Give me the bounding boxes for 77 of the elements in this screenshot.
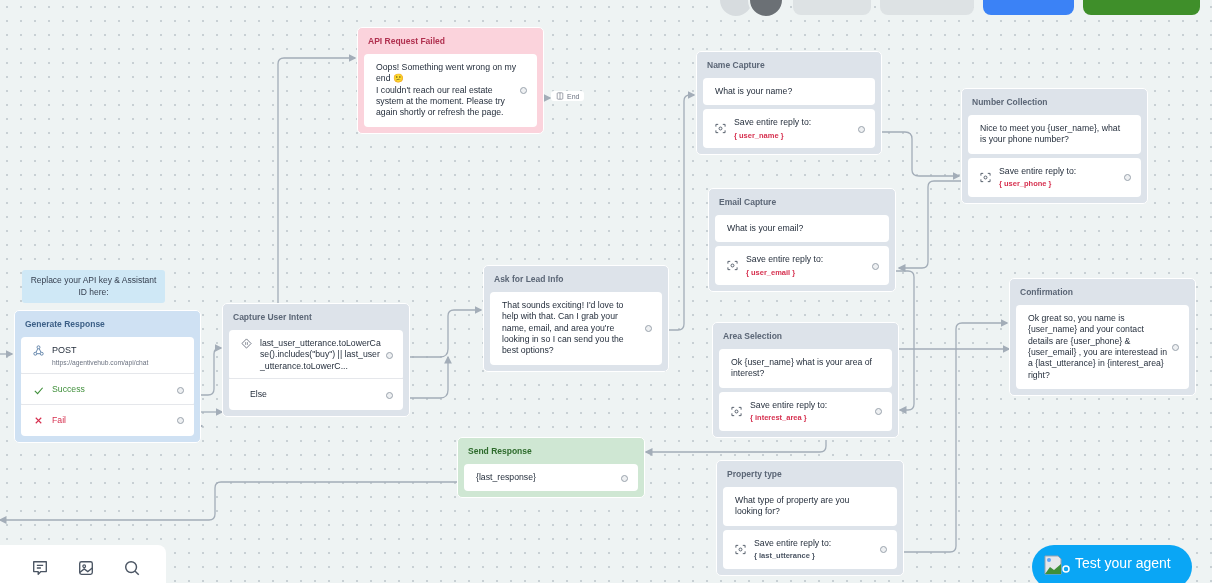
message-text: Nice to meet you {user_name}, what is your phone number?: [980, 123, 1122, 145]
node-title: Send Response: [467, 445, 533, 458]
path-row[interactable]: Success: [21, 373, 194, 406]
message-text: Oops! Something went wrong on my end 😕 I couldn't reach our real estate system at the moment. Please try again shortly or refresh the page.: [376, 62, 518, 118]
output-port[interactable]: [1172, 343, 1179, 351]
flow-node[interactable]: Ask for Lead Info That sounds exciting! I'd love to help with that. Can I grab your name, email, and area you're looking in so I can send you the best options?: [483, 265, 669, 372]
image-icon[interactable]: [77, 559, 95, 577]
flow-node[interactable]: Confirmation Ok great so, you name is {user_name} and your contact details are {user_phone} & {user_email} , you are interestead in a {last_utterance} in {interest_area} right?: [1009, 278, 1196, 396]
condition-card[interactable]: last_user_utterance.toLowerCase().includes("buy") || last_user_utterance.toLowerC...: [229, 330, 403, 380]
node-title: Ask for Lead Info: [493, 273, 565, 286]
capture-icon: [715, 123, 726, 135]
node-title: Property type: [726, 468, 783, 481]
capture-label: Save entire reply to:: [999, 165, 1077, 177]
condition-text: last_user_utterance.toLowerCase().includes("buy") || last_user_utterance.toLowerC...: [260, 338, 382, 372]
capture-icon: [727, 260, 738, 272]
flow-node[interactable]: API Request Failed Oops! Something went wrong on my end 😕 I couldn't reach our real estate system at the moment. Please try again shortly or refresh the page.: [357, 27, 544, 134]
output-port[interactable]: [872, 262, 879, 270]
note-text: Replace your API key & Assistant ID here:: [22, 270, 165, 303]
message-card[interactable]: What type of property are you looking for?: [723, 487, 897, 526]
message-card[interactable]: That sounds exciting! I'd love to help with that. Can I grab your name, email, and area you're looking in so I can send you the best options?: [490, 292, 662, 365]
http-method: POST: [52, 345, 78, 357]
comment-icon[interactable]: [31, 559, 49, 577]
node-title: Capture User Intent: [232, 311, 313, 324]
output-port[interactable]: [880, 546, 887, 554]
output-port[interactable]: [645, 325, 652, 333]
output-port[interactable]: [386, 351, 393, 359]
node-title: Number Collection: [971, 96, 1049, 109]
output-port[interactable]: [520, 87, 527, 95]
network-icon: [33, 345, 44, 356]
message-card[interactable]: What is your email?: [715, 215, 889, 243]
output-port[interactable]: [177, 387, 184, 395]
flow-node[interactable]: Capture User Intent last_user_utterance.toLowerCase().includes("buy") || last_user_utterance.toLowerC... Else: [222, 303, 410, 418]
path-label: Success: [52, 384, 85, 396]
capture-icon: [731, 405, 742, 417]
message-card[interactable]: Oops! Something went wrong on my end 😕 I couldn't reach our real estate system at the moment. Please try again shortly or refresh the page.: [364, 54, 537, 127]
message-text: What is your email?: [727, 223, 804, 233]
message-card[interactable]: Ok great so, you name is {user_name} and your contact details are {user_phone} & {user_email} , you are interestead in a {last_utterance} in {interest_area} right?: [1016, 305, 1189, 389]
else-row[interactable]: Else: [229, 377, 403, 411]
output-port[interactable]: [858, 125, 865, 133]
connector-line: [199, 344, 223, 396]
diamond-icon: [241, 338, 252, 349]
node-title: Area Selection: [722, 330, 784, 343]
node-title: Email Capture: [718, 196, 778, 209]
output-port[interactable]: [621, 474, 628, 482]
message-text: What is your name?: [715, 86, 793, 96]
capture-label: Save entire reply to:: [750, 399, 828, 411]
message-card[interactable]: {last_response}: [464, 464, 638, 492]
message-text: What type of property are you looking for?: [735, 495, 851, 517]
capture-label: Save entire reply to:: [754, 537, 832, 549]
path-row[interactable]: Fail: [21, 403, 194, 436]
connector-line: [199, 408, 224, 416]
node-title: Confirmation: [1019, 286, 1074, 299]
message-text: That sounds exciting! I'd love to help with that. Can I grab your name, email, and area you're looking in so I can send you the best options?: [502, 300, 625, 356]
node-title: API Request Failed: [367, 35, 446, 48]
capture-label: Save entire reply to:: [734, 117, 812, 129]
output-port[interactable]: [875, 408, 882, 416]
exit-icon: [556, 92, 564, 100]
connector-line: [0, 350, 14, 358]
node-title: Generate Response: [24, 318, 106, 331]
message-card[interactable]: Ok {user_name} what is your area of interest?: [719, 349, 892, 388]
capture-icon: [735, 543, 746, 555]
else-label: Else: [249, 388, 267, 401]
capture-icon: [980, 171, 991, 183]
output-port[interactable]: [1124, 174, 1131, 182]
path-label: Fail: [52, 414, 66, 426]
output-port[interactable]: [386, 391, 393, 399]
output-port[interactable]: [177, 417, 184, 425]
message-card[interactable]: What is your name?: [703, 78, 875, 106]
flow-node[interactable]: Send Response {last_response}: [457, 437, 645, 499]
node-title: Name Capture: [706, 59, 766, 72]
broken-image-icon: [1044, 555, 1070, 575]
message-text: Ok {user_name} what is your area of interest?: [731, 357, 873, 379]
message-text: Ok great so, you name is {user_name} and your contact details are {user_phone} & {user_email} , you are interestead in a {last_utterance} in {interest_area} right?: [1028, 313, 1169, 380]
message-card[interactable]: Nice to meet you {user_name}, what is your phone number?: [968, 115, 1141, 154]
message-text: {last_response}: [476, 472, 536, 482]
search-icon[interactable]: [123, 559, 141, 577]
capture-label: Save entire reply to:: [746, 254, 824, 266]
